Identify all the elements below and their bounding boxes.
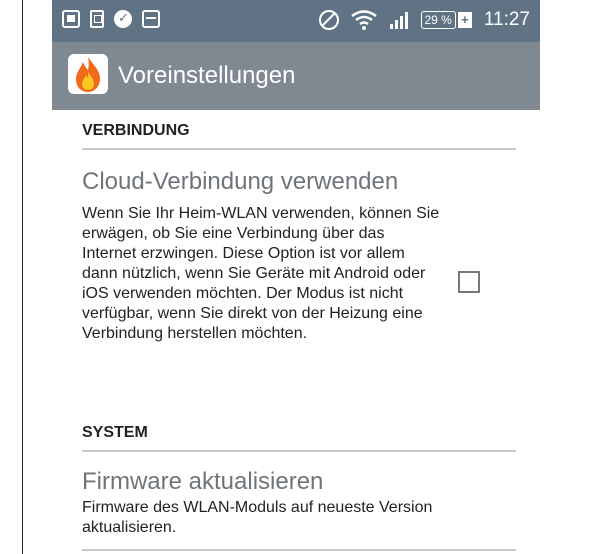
phone-icon — [90, 10, 104, 28]
page-title: Voreinstellungen — [118, 62, 296, 89]
wifi-icon — [350, 10, 377, 30]
flame-app-icon[interactable] — [68, 54, 108, 94]
check-circle-icon — [114, 10, 132, 28]
cloud-connection-summary[interactable]: Wenn Sie Ihr Heim-WLAN verwenden, können… — [82, 204, 442, 344]
notification-icons — [62, 10, 160, 28]
calendar-icon — [142, 10, 160, 28]
battery-icon: 29 % + — [420, 11, 472, 29]
status-bar: 29 % + 11:27 — [52, 0, 540, 42]
cloud-connection-title[interactable]: Cloud-Verbindung verwenden — [82, 168, 398, 196]
action-bar: Voreinstellungen — [52, 42, 540, 110]
clock: 11:27 — [483, 9, 530, 30]
section-header-system: SYSTEM — [82, 424, 516, 452]
cloud-connection-checkbox[interactable] — [458, 271, 480, 293]
charging-indicator: + — [457, 12, 472, 28]
signal-icon — [389, 11, 409, 29]
firmware-update-title[interactable]: Firmware aktualisieren — [82, 468, 323, 496]
do-not-disturb-icon — [318, 10, 339, 30]
section-header-verbindung: VERBINDUNG — [82, 122, 516, 150]
firmware-update-summary[interactable]: Firmware des WLAN-Moduls auf neueste Ver… — [82, 498, 442, 538]
battery-level: 29 % — [420, 11, 456, 29]
list-divider — [82, 549, 516, 551]
phone-screen: 29 % + 11:27 Voreinstellungen VERBINDUNG… — [52, 0, 540, 554]
image-icon — [62, 10, 80, 28]
system-icons: 29 % + 11:27 — [318, 9, 530, 31]
